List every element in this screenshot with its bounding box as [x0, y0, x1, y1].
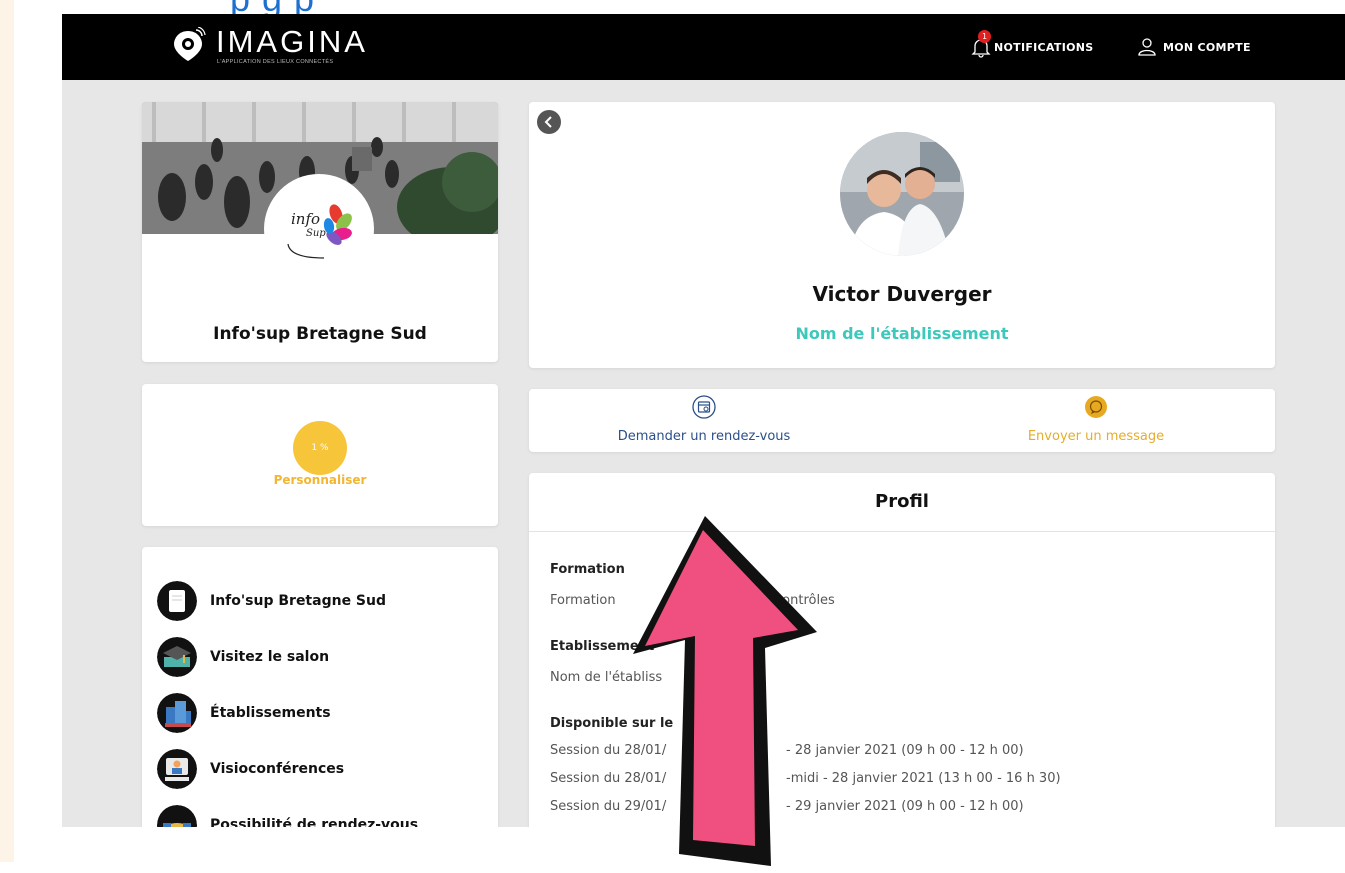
menu-item-visit-salon[interactable]: Visitez le salon	[157, 636, 329, 678]
handshake-icon	[157, 805, 197, 827]
person-name: Victor Duverger	[812, 282, 992, 306]
organization-card: info Sup Info'sup Bretagne Sud	[142, 102, 498, 362]
video-conference-icon	[157, 749, 197, 789]
menu-item-label: Établissements	[210, 705, 331, 721]
progress-percentage: 1 %	[293, 421, 347, 475]
menu-item-label: Info'sup Bretagne Sud	[210, 593, 387, 609]
menu-item-label: Visitez le salon	[210, 649, 330, 665]
chevron-left-icon	[544, 116, 552, 128]
profile-progress-card: 1 % Personnaliser	[142, 384, 498, 526]
user-icon	[1138, 38, 1156, 56]
send-message-label: Envoyer un message	[1027, 429, 1165, 444]
chat-bubble-icon	[1085, 396, 1107, 418]
menu-item-label: Visioconférences	[210, 761, 345, 777]
send-message-button[interactable]: Envoyer un message	[946, 395, 1246, 444]
graduation-cap-icon	[157, 637, 197, 677]
personalize-link[interactable]: Personnaliser	[142, 473, 498, 487]
navigation-menu: Info'sup Bretagne Sud Visitez le salon É…	[142, 547, 498, 827]
organization-name: Info'sup Bretagne Sud	[213, 324, 427, 344]
top-navbar: IMAGINA L'APPLICATION DES LIEUX CONNECTÉ…	[62, 14, 1345, 80]
calendar-icon	[692, 395, 716, 419]
menu-item-appointments[interactable]: Possibilité de rendez-vous	[157, 804, 418, 827]
brand-tagline: L'APPLICATION DES LIEUX CONNECTÉS	[217, 59, 334, 65]
document-icon	[157, 581, 197, 621]
up-arrow-annotation	[633, 516, 817, 866]
menu-item-infosup[interactable]: Info'sup Bretagne Sud	[157, 580, 386, 622]
request-appointment-label: Demander un rendez-vous	[617, 429, 791, 444]
actions-bar: Demander un rendez-vous Envoyer un messa…	[529, 389, 1275, 452]
menu-item-videoconferences[interactable]: Visioconférences	[157, 748, 344, 790]
notification-count-badge: 1	[978, 30, 991, 43]
svg-text:Sup: Sup	[306, 228, 326, 239]
person-establishment[interactable]: Nom de l'établissement	[529, 324, 1275, 343]
buildings-icon	[157, 693, 197, 733]
location-pin-logo-icon	[174, 27, 206, 61]
account-label: MON COMPTE	[1163, 40, 1251, 54]
back-button[interactable]	[537, 110, 561, 134]
person-profile-card: Victor Duverger Nom de l'établissement	[529, 102, 1275, 368]
bell-icon: 1	[970, 30, 992, 58]
left-margin-strip	[0, 0, 14, 862]
brand-name[interactable]: IMAGINA	[216, 24, 368, 60]
infosup-logo: info Sup	[264, 174, 374, 284]
menu-item-establishments[interactable]: Établissements	[157, 692, 331, 734]
request-appointment-button[interactable]: Demander un rendez-vous	[554, 395, 854, 444]
avatar	[840, 132, 964, 256]
svg-text:info: info	[291, 210, 320, 228]
menu-item-label: Possibilité de rendez-vous	[210, 817, 419, 827]
account-button[interactable]: MON COMPTE	[1137, 36, 1251, 58]
notifications-label: NOTIFICATIONS	[994, 40, 1094, 54]
notifications-button[interactable]: 1 NOTIFICATIONS	[970, 30, 1094, 58]
